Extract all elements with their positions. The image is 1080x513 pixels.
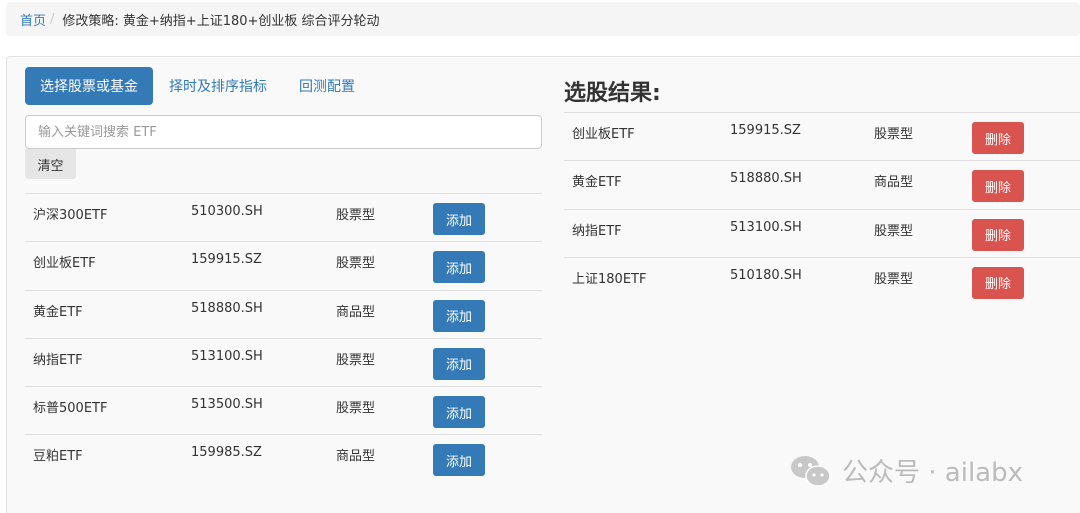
candidate-row: 黄金ETF 518880.SH 商品型 添加 — [25, 289, 542, 338]
candidate-row: 豆粕ETF 159985.SZ 商品型 添加 — [25, 434, 542, 482]
breadcrumb-separator: / — [50, 11, 55, 27]
add-button[interactable]: 添加 — [433, 444, 485, 477]
result-title: 选股结果: — [564, 81, 661, 106]
selected-row: 黄金ETF 518880.SH 商品型 删除 — [564, 160, 1080, 208]
etf-type: 股票型 — [874, 127, 914, 142]
etf-type: 股票型 — [874, 223, 914, 239]
etf-name: 上证180ETF — [572, 271, 647, 287]
add-button[interactable]: 添加 — [433, 299, 485, 332]
etf-type: 股票型 — [336, 208, 376, 223]
etf-code: 518880.SH — [191, 300, 263, 316]
clear-button[interactable]: 清空 — [25, 149, 76, 179]
etf-code: 513100.SH — [730, 219, 802, 235]
etf-type: 股票型 — [336, 352, 376, 368]
etf-code: 510180.SH — [730, 267, 802, 283]
selected-row: 上证180ETF 510180.SH 股票型 删除 — [564, 256, 1080, 305]
etf-name: 标普500ETF — [33, 401, 108, 417]
candidate-row: 纳指ETF 513100.SH 股票型 添加 — [25, 337, 542, 386]
etf-code: 159915.SZ — [730, 123, 801, 138]
breadcrumb: 首页 / 修改策略: 黄金+纳指+上证180+创业板 综合评分轮动 — [6, 2, 1080, 36]
add-button[interactable]: 添加 — [433, 396, 485, 429]
tab-bar: 选择股票或基金 择时及排序指标 回测配置 — [25, 67, 371, 105]
etf-code: 159915.SZ — [191, 252, 262, 268]
selected-row: 创业板ETF 159915.SZ 股票型 删除 — [564, 112, 1080, 160]
tab-timing-indicators[interactable]: 择时及排序指标 — [153, 67, 283, 105]
candidate-row: 沪深300ETF 510300.SH 股票型 添加 — [25, 193, 542, 241]
etf-code: 513500.SH — [191, 397, 263, 413]
tab-backtest-config[interactable]: 回测配置 — [283, 67, 371, 105]
etf-name: 沪深300ETF — [33, 208, 108, 223]
delete-button[interactable]: 删除 — [972, 218, 1024, 251]
etf-name: 黄金ETF — [572, 175, 622, 191]
etf-name: 创业板ETF — [33, 256, 96, 272]
etf-code: 510300.SH — [191, 204, 263, 219]
etf-type: 商品型 — [874, 175, 914, 191]
delete-button[interactable]: 删除 — [972, 122, 1024, 154]
etf-name: 创业板ETF — [572, 127, 635, 142]
watermark: 公众号 · ailabx — [790, 452, 1023, 489]
breadcrumb-current: 修改策略: 黄金+纳指+上证180+创业板 综合评分轮动 — [62, 13, 380, 29]
etf-name: 豆粕ETF — [33, 449, 83, 465]
etf-name: 纳指ETF — [572, 223, 622, 239]
delete-button[interactable]: 删除 — [972, 266, 1024, 299]
candidate-list: 沪深300ETF 510300.SH 股票型 添加 创业板ETF 159915.… — [25, 193, 542, 483]
delete-button[interactable]: 删除 — [972, 170, 1024, 203]
add-button[interactable]: 添加 — [433, 251, 485, 284]
add-button[interactable]: 添加 — [433, 347, 485, 380]
wechat-icon — [790, 454, 832, 488]
etf-name: 黄金ETF — [33, 304, 83, 320]
etf-code: 513100.SH — [191, 348, 263, 364]
etf-type: 股票型 — [874, 271, 914, 287]
etf-type: 股票型 — [336, 401, 376, 417]
add-button[interactable]: 添加 — [433, 203, 485, 235]
etf-code: 518880.SH — [730, 171, 802, 187]
watermark-text: 公众号 · ailabx — [842, 458, 1023, 488]
tab-select-stocks[interactable]: 选择股票或基金 — [25, 67, 153, 105]
etf-type: 股票型 — [336, 256, 376, 272]
search-input[interactable] — [25, 115, 542, 149]
selected-list: 创业板ETF 159915.SZ 股票型 删除 黄金ETF 518880.SH … — [564, 112, 1080, 305]
etf-code: 159985.SZ — [191, 445, 262, 461]
selected-row: 纳指ETF 513100.SH 股票型 删除 — [564, 208, 1080, 257]
candidate-row: 创业板ETF 159915.SZ 股票型 添加 — [25, 241, 542, 289]
etf-type: 商品型 — [336, 449, 376, 465]
breadcrumb-home-link[interactable]: 首页 — [20, 10, 46, 29]
etf-type: 商品型 — [336, 304, 376, 320]
candidate-row: 标普500ETF 513500.SH 股票型 添加 — [25, 386, 542, 434]
etf-name: 纳指ETF — [33, 352, 83, 368]
